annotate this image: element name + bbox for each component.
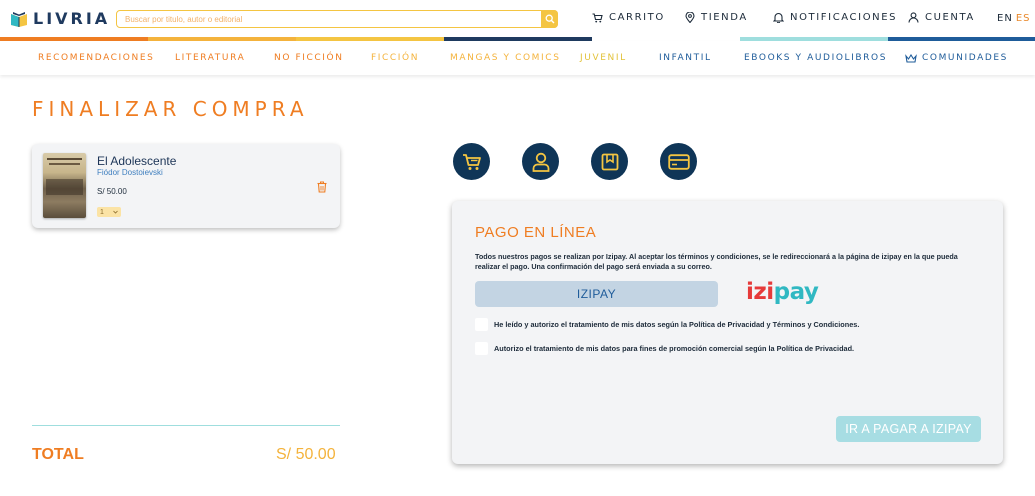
search-icon: [545, 14, 554, 24]
chevron-down-icon: [113, 210, 118, 214]
consent-privacy-row: He leído y autorizo el tratamiento de mi…: [475, 318, 859, 331]
quantity-select[interactable]: 1: [97, 207, 121, 217]
quantity-value: 1: [100, 208, 104, 216]
logo[interactable]: LIVRIA: [9, 9, 110, 28]
language-switcher: EN ES: [997, 13, 1030, 24]
consent-marketing-checkbox[interactable]: [475, 342, 488, 355]
search-input[interactable]: [125, 11, 535, 27]
go-to-izipay-button[interactable]: IR A PAGAR A IZIPAY: [836, 416, 981, 442]
nav-store-label: TIENDA: [701, 12, 748, 23]
book-author[interactable]: Fiódor Dostoievski: [97, 168, 163, 177]
total-value: S/ 50.00: [276, 446, 336, 463]
category-ficcion[interactable]: FICCIÓN: [371, 53, 419, 63]
bookmark-book-icon: [601, 153, 618, 170]
category-mangas-comics[interactable]: MANGAS Y COMICS: [450, 53, 561, 63]
remove-item-button[interactable]: [317, 180, 327, 198]
credit-card-icon: [667, 153, 690, 170]
payment-description: Todos nuestros pagos se realizan por Izi…: [475, 252, 958, 271]
nav-account-label: CUENTA: [925, 12, 975, 23]
book-logo-icon: [9, 10, 29, 28]
search-button[interactable]: [541, 10, 558, 28]
category-infantil[interactable]: INFANTIL: [659, 53, 712, 63]
top-bar: LIVRIA CARRITO TIENDA NOTIFICACIONES: [0, 0, 1035, 38]
category-comunidades[interactable]: COMUNIDADES: [905, 53, 1008, 63]
step-payment[interactable]: [660, 143, 697, 180]
category-ebooks-audiolibros[interactable]: EBOOKS Y AUDIOLIBROS: [744, 53, 887, 63]
step-cart[interactable]: [453, 143, 490, 180]
izipay-method-button[interactable]: IZIPAY: [475, 281, 718, 307]
category-juvenil[interactable]: JUVENIL: [580, 53, 627, 63]
trash-icon: [317, 181, 327, 193]
total-label: TOTAL: [32, 446, 84, 463]
consent-marketing-row: Autorizo el tratamiento de mis datos par…: [475, 342, 854, 355]
category-literatura[interactable]: LITERATURA: [175, 53, 245, 63]
cart-icon: [462, 153, 481, 170]
nav-cart[interactable]: CARRITO: [592, 12, 665, 23]
izipay-logo-part2: pay: [773, 279, 819, 305]
consent-marketing-label: Autorizo el tratamiento de mis datos par…: [494, 344, 855, 353]
user-icon: [532, 152, 549, 172]
nav-account[interactable]: CUENTA: [908, 12, 975, 23]
page-title: FINALIZAR COMPRA: [32, 97, 309, 121]
book-cover-image: [43, 153, 86, 218]
izipay-logo: izipay: [746, 279, 819, 305]
consent-privacy-label: He leído y autorizo el tratamiento de mi…: [494, 320, 860, 329]
cart-icon: [592, 12, 603, 22]
category-nav: RECOMENDACIONES LITERATURA NO FICCIÓN FI…: [0, 41, 1035, 75]
book-title[interactable]: El Adolescente: [97, 154, 176, 168]
nav-notifications[interactable]: NOTIFICACIONES: [773, 12, 897, 23]
payment-title: PAGO EN LÍNEA: [475, 224, 597, 241]
cart-item-card: El Adolescente Fiódor Dostoievski S/ 50.…: [32, 144, 340, 228]
lang-es[interactable]: ES: [1016, 13, 1031, 24]
search-box: [116, 10, 558, 28]
location-pin-icon: [685, 12, 695, 23]
category-comunidades-label: COMUNIDADES: [922, 53, 1008, 63]
step-user[interactable]: [522, 143, 559, 180]
book-price: S/ 50.00: [97, 187, 127, 196]
total-divider: [32, 425, 340, 426]
category-recomendaciones[interactable]: RECOMENDACIONES: [38, 53, 154, 63]
payment-panel: PAGO EN LÍNEA Todos nuestros pagos se re…: [452, 201, 1003, 464]
izipay-logo-part1: izi: [746, 279, 774, 305]
crown-icon: [905, 53, 917, 63]
nav-store[interactable]: TIENDA: [685, 12, 748, 23]
nav-notifications-label: NOTIFICACIONES: [790, 12, 898, 23]
logo-text: LIVRIA: [33, 9, 111, 28]
lang-en[interactable]: EN: [997, 13, 1013, 24]
step-shipping[interactable]: [591, 143, 628, 180]
bell-icon: [773, 12, 784, 23]
nav-cart-label: CARRITO: [609, 12, 665, 23]
category-no-ficcion[interactable]: NO FICCIÓN: [274, 53, 344, 63]
consent-privacy-checkbox[interactable]: [475, 318, 488, 331]
user-icon: [908, 12, 919, 23]
